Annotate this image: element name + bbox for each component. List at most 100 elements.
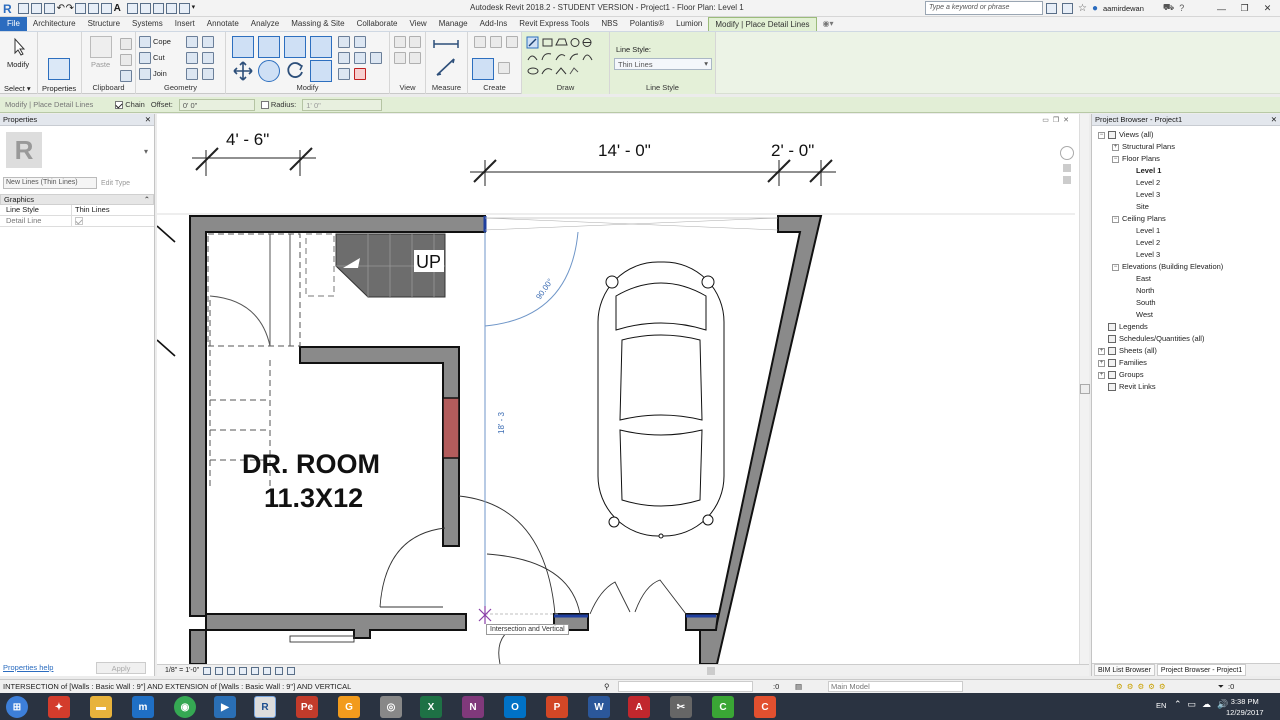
select-dropdown[interactable]: Select ▾ [4, 84, 31, 93]
camtasia-icon[interactable]: C [712, 696, 734, 718]
file-explorer-icon[interactable]: ▬ [90, 696, 112, 718]
split-icon[interactable] [338, 36, 350, 48]
unpin-icon[interactable] [370, 52, 382, 64]
3d-view-icon[interactable] [126, 3, 138, 14]
dimension-icon[interactable] [100, 3, 112, 14]
expand-icon[interactable]: + [1098, 371, 1105, 379]
hide-icon[interactable] [394, 36, 406, 48]
drawing-area[interactable]: 4' - 6" 14' - 0" 2' - 0" UP 90.00° 18' -… [157, 114, 1089, 676]
excel-icon[interactable]: X [420, 696, 442, 718]
text-icon[interactable]: A [114, 3, 125, 14]
save-icon[interactable] [30, 3, 42, 14]
room-size[interactable]: 11.3X12 [264, 483, 363, 513]
detail-line-checkbox[interactable] [72, 216, 88, 226]
browser-item[interactable]: Level 3 [1098, 189, 1274, 201]
override-icon[interactable] [409, 36, 421, 48]
browser-item[interactable]: + Structural Plans [1098, 141, 1274, 153]
unjoin-icon[interactable] [186, 68, 198, 80]
open-icon[interactable] [17, 3, 29, 14]
chain-checkbox[interactable]: Chain [115, 100, 145, 109]
cut-icon[interactable] [139, 52, 151, 64]
copy-element-icon[interactable] [258, 60, 280, 82]
browser-item[interactable]: + Groups [1098, 369, 1274, 381]
radius-input[interactable]: 1' 0" [302, 98, 383, 111]
browser-item[interactable]: West [1098, 309, 1274, 321]
thin-lines-icon[interactable] [152, 3, 164, 14]
properties-label[interactable]: Properties [42, 84, 76, 93]
binoculars-icon[interactable] [1046, 2, 1057, 14]
media-icon[interactable]: ▶ [214, 696, 236, 718]
design-options-icon[interactable]: ▤ [795, 682, 802, 691]
star-icon[interactable]: ☆ [1078, 3, 1087, 14]
revit-logo-icon[interactable]: R [3, 2, 12, 16]
close-button[interactable]: ✕ [1256, 0, 1279, 17]
collapse-icon[interactable]: − [1098, 131, 1105, 139]
minimize-button[interactable]: — [1210, 0, 1233, 17]
tab-project-browser[interactable]: Project Browser - Project1 [1156, 664, 1247, 676]
browser-item[interactable]: Level 1 [1098, 225, 1274, 237]
visual-style-icon[interactable] [215, 666, 224, 675]
shadows-icon[interactable] [239, 666, 248, 675]
sun-path-icon[interactable] [227, 666, 236, 675]
language-indicator[interactable]: EN [1156, 701, 1166, 710]
user-name[interactable]: aamirdewan [1103, 4, 1144, 13]
onenote-icon[interactable]: N [462, 696, 484, 718]
split-gap-icon[interactable] [354, 36, 366, 48]
undo-icon[interactable]: ↶ [57, 3, 65, 14]
print-icon[interactable] [74, 3, 86, 14]
design-option-dropdown[interactable]: Main Model [828, 681, 963, 692]
browser-item[interactable]: − Elevations (Building Elevation) [1098, 261, 1274, 273]
walls[interactable] [189, 215, 823, 664]
user-icon[interactable]: ● [1092, 3, 1098, 14]
redo-icon[interactable]: ↷ [66, 3, 74, 14]
measure-icon[interactable] [87, 3, 99, 14]
paste-label[interactable]: Paste [91, 60, 110, 69]
create-group-icon[interactable] [490, 36, 502, 48]
tab-view[interactable]: View [404, 17, 433, 31]
aligned-dimension-icon[interactable] [434, 56, 458, 78]
trim-icon[interactable] [310, 60, 332, 82]
browser-item[interactable]: East [1098, 273, 1274, 285]
app-tool-icon[interactable]: ✂ [670, 696, 692, 718]
properties-help-link[interactable]: Properties help [3, 663, 53, 672]
reveal-hidden-icon[interactable] [287, 666, 296, 675]
create-assembly2-icon[interactable] [498, 62, 510, 74]
tab-analyze[interactable]: Analyze [245, 17, 285, 31]
powerpoint-icon[interactable]: P [546, 696, 568, 718]
offset-icon[interactable] [258, 36, 280, 58]
line-style-dropdown[interactable]: Thin Lines ▾ [614, 58, 712, 70]
tab-nbs[interactable]: NBS [595, 17, 623, 31]
browser-item[interactable]: Level 1 [1098, 165, 1274, 177]
modify-arrow-icon[interactable] [9, 36, 31, 58]
show-crop-icon[interactable] [263, 666, 272, 675]
car[interactable] [597, 261, 725, 539]
scale-selector[interactable]: 1/8" = 1'-0" [165, 667, 199, 674]
section-icon[interactable] [139, 3, 151, 14]
word-icon[interactable]: W [588, 696, 610, 718]
collapse-icon[interactable]: ⌃ [144, 195, 150, 204]
pin-icon[interactable] [338, 68, 350, 80]
sync-icon[interactable] [43, 3, 55, 14]
tab-massing-site[interactable]: Massing & Site [285, 17, 350, 31]
worksets-dropdown[interactable] [618, 681, 753, 692]
graphics-section[interactable]: Graphics ⌃ [0, 194, 154, 205]
detail-level-icon[interactable] [203, 666, 212, 675]
close-hidden-icon[interactable] [165, 3, 177, 14]
worksets-icon[interactable]: ⚲ [604, 682, 610, 691]
app-pe-icon[interactable]: Pe [296, 696, 318, 718]
browser-item[interactable]: South [1098, 297, 1274, 309]
browser-item[interactable]: − Ceiling Plans [1098, 213, 1274, 225]
remove-paint-icon[interactable] [202, 68, 214, 80]
align-icon[interactable] [232, 36, 254, 58]
tab-polantis[interactable]: Polantis® [624, 17, 670, 31]
expand-icon[interactable]: + [1098, 359, 1105, 367]
cut-clip-icon[interactable] [120, 54, 132, 66]
browser-item[interactable]: − Views (all) [1098, 129, 1274, 141]
qat-dropdown-icon[interactable]: ▾ [192, 3, 199, 14]
dimension-14-0[interactable]: 14' - 0" [598, 141, 651, 160]
browser-item[interactable]: − Floor Plans [1098, 153, 1274, 165]
prop-value[interactable]: Thin Lines [72, 205, 113, 215]
app-disc-icon[interactable]: ◎ [380, 696, 402, 718]
dimension-2-0[interactable]: 2' - 0" [771, 141, 814, 160]
app-g-icon[interactable]: G [338, 696, 360, 718]
